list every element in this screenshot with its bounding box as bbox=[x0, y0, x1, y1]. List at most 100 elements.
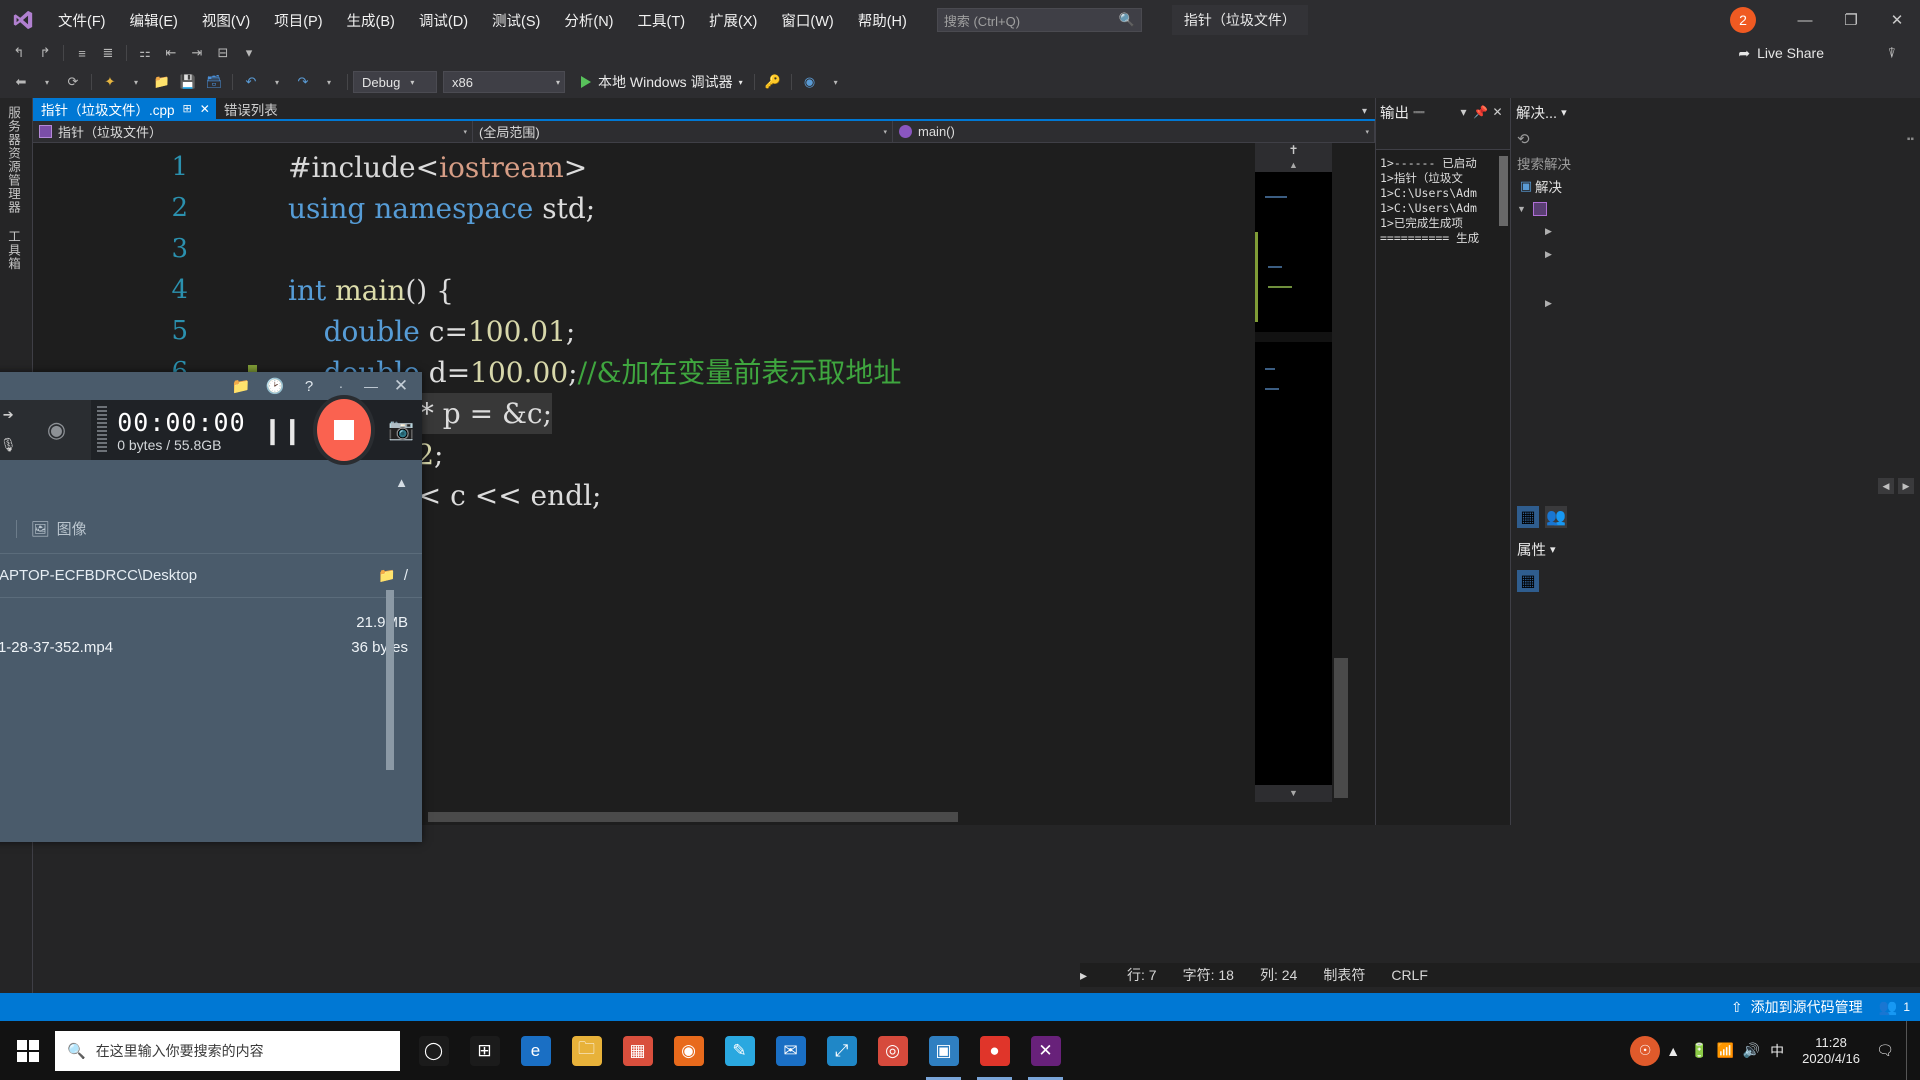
minimize-icon[interactable]: — bbox=[356, 378, 386, 394]
close-icon[interactable]: ✕ bbox=[200, 102, 210, 116]
tree-row-solution[interactable]: ▣ 解决 bbox=[1511, 174, 1920, 197]
visual-studio-icon[interactable]: ✕ bbox=[1020, 1021, 1071, 1080]
navigate-backward-icon[interactable]: ↰ bbox=[8, 42, 30, 64]
scroll-right-icon[interactable]: ▶ bbox=[1898, 478, 1914, 494]
pause-icon[interactable]: ❙❙ bbox=[262, 415, 304, 446]
vertical-scrollbar-thumb[interactable] bbox=[1334, 658, 1348, 798]
back-icon[interactable]: ⬅ bbox=[10, 71, 32, 93]
cortana-circle-icon[interactable]: ☉ bbox=[1630, 1035, 1661, 1066]
bandicam-icon[interactable]: ● bbox=[969, 1021, 1020, 1080]
output-scrollbar-thumb[interactable] bbox=[1499, 156, 1508, 226]
history-icon[interactable]: 🕑 bbox=[258, 377, 292, 395]
ime-indicator[interactable]: 中 bbox=[1764, 1041, 1790, 1061]
notification-badge[interactable]: 2 bbox=[1730, 7, 1756, 33]
snapshot-icon[interactable]: 📷 bbox=[381, 418, 422, 442]
menu-build[interactable]: 生成(B) bbox=[337, 5, 405, 36]
tree-row-folder[interactable]: ▶ bbox=[1511, 243, 1920, 266]
previous-bookmark-icon[interactable]: ⇤ bbox=[160, 42, 182, 64]
sidebar-item-toolbox[interactable]: 工具箱 bbox=[0, 222, 27, 279]
back-dropdown-icon[interactable]: ▾ bbox=[36, 71, 58, 93]
chrome-icon[interactable]: ◎ bbox=[867, 1021, 918, 1080]
show-desktop-button[interactable] bbox=[1906, 1021, 1914, 1080]
collapse-arrow-icon[interactable]: ▶ bbox=[1545, 249, 1559, 260]
chevron-down-icon[interactable]: ▾ bbox=[1561, 106, 1567, 119]
menu-window[interactable]: 窗口(W) bbox=[771, 5, 843, 36]
battery-icon[interactable]: 🔋 bbox=[1686, 1042, 1712, 1059]
member-dropdown[interactable]: main() ▾ bbox=[893, 120, 1375, 143]
menu-extensions[interactable]: 扩展(X) bbox=[699, 5, 767, 36]
tree-row-folder[interactable]: ▶ bbox=[1511, 220, 1920, 243]
hot-reload-icon[interactable]: 🔑 bbox=[762, 71, 784, 93]
menu-test[interactable]: 测试(S) bbox=[482, 5, 550, 36]
menu-analyze[interactable]: 分析(N) bbox=[554, 5, 623, 36]
pin-icon[interactable]: ⊞ bbox=[183, 102, 192, 115]
menu-project[interactable]: 项目(P) bbox=[264, 5, 332, 36]
collapse-arrow-icon[interactable]: ▶ bbox=[1545, 298, 1559, 309]
minimap-scroll-down[interactable]: ▼ bbox=[1255, 785, 1332, 802]
restore-icon[interactable]: ❐ bbox=[1828, 0, 1874, 40]
scope-dropdown[interactable]: (全局范围) ▾ bbox=[473, 120, 893, 143]
new-item-icon[interactable]: ✦ bbox=[99, 71, 121, 93]
recorder-scrollbar-thumb[interactable] bbox=[386, 590, 394, 770]
menu-help[interactable]: 帮助(H) bbox=[848, 5, 917, 36]
expand-arrow-icon[interactable]: ▼ bbox=[1517, 204, 1531, 214]
open-file-icon[interactable]: 📁 bbox=[151, 71, 173, 93]
tab-error-list[interactable]: 错误列表 bbox=[215, 98, 284, 119]
list-item[interactable]: .mp4 21.9MB bbox=[0, 610, 422, 634]
uncomment-icon[interactable]: ≣ bbox=[97, 42, 119, 64]
start-button[interactable] bbox=[0, 1021, 55, 1080]
task-view-icon[interactable]: ⊞ bbox=[459, 1021, 510, 1080]
menu-debug[interactable]: 调试(D) bbox=[409, 5, 478, 36]
expand-icon[interactable]: ▸ bbox=[1080, 967, 1087, 984]
team-explorer-icon[interactable]: ▦ bbox=[1517, 506, 1539, 528]
solution-search-input[interactable]: 搜索解决 bbox=[1511, 152, 1920, 174]
undo-dropdown-icon[interactable]: ▾ bbox=[266, 71, 288, 93]
platform-dropdown[interactable]: x86 ▾ bbox=[443, 71, 565, 93]
minimap-scroll-up[interactable]: ▲ bbox=[1255, 158, 1332, 172]
scroll-left-icon[interactable]: ◀ bbox=[1878, 478, 1894, 494]
microphone-icon[interactable]: 🎙 bbox=[0, 430, 22, 460]
sidebar-item-server-explorer[interactable]: 服务器资源管理器 bbox=[0, 98, 27, 222]
menu-file[interactable]: 文件(F) bbox=[48, 5, 116, 36]
action-center-icon[interactable]: 🗨 bbox=[1872, 1042, 1898, 1059]
select-target-icon[interactable]: ◉ bbox=[799, 71, 821, 93]
start-debugging-button[interactable]: 本地 Windows 调试器 ▾ bbox=[575, 72, 749, 92]
drag-grip[interactable] bbox=[96, 406, 108, 454]
configuration-dropdown[interactable]: Debug ▾ bbox=[353, 71, 437, 93]
remote-icon[interactable]: ⤢ bbox=[816, 1021, 867, 1080]
project-dropdown[interactable]: 指针（垃圾文件） ▾ bbox=[33, 120, 473, 143]
forward-icon[interactable]: ⟳ bbox=[62, 71, 84, 93]
minimize-icon[interactable]: — bbox=[1782, 0, 1828, 40]
new-item-dropdown-icon[interactable]: ▾ bbox=[125, 71, 147, 93]
menu-tools[interactable]: 工具(T) bbox=[628, 5, 696, 36]
tab-pointer-cpp[interactable]: 指针（垃圾文件）.cpp ⊞ ✕ bbox=[33, 98, 216, 119]
horizontal-scrollbar-thumb[interactable] bbox=[428, 812, 958, 822]
close-icon[interactable]: ✕ bbox=[386, 376, 416, 396]
menu-edit[interactable]: 编辑(E) bbox=[120, 5, 188, 36]
recorder-path-row[interactable]: ers\Administrator.LAPTOP-ECFBDRCC\Deskto… bbox=[0, 554, 422, 598]
settings-icon[interactable]: · bbox=[326, 378, 356, 394]
search-input[interactable]: 搜索 (Ctrl+Q) 🔍 bbox=[936, 8, 1142, 32]
tree-row-folder[interactable]: ▶ bbox=[1511, 292, 1920, 315]
webcam-icon[interactable]: ◉ bbox=[21, 400, 91, 460]
volume-icon[interactable]: 🔊 bbox=[1738, 1042, 1764, 1059]
live-share-button[interactable]: ➦ Live Share bbox=[1738, 40, 1824, 66]
minimap[interactable] bbox=[1255, 172, 1332, 785]
people-icon[interactable]: 👥 bbox=[1879, 998, 1898, 1016]
tool-icon[interactable]: ✎ bbox=[714, 1021, 765, 1080]
bookmark-icon[interactable]: ⚏ bbox=[134, 42, 156, 64]
redo-icon[interactable]: ↷ bbox=[292, 71, 314, 93]
list-item[interactable]: icam 2020-04-16 11-28-37-352.mp4 36 byte… bbox=[0, 635, 422, 659]
minimap-drag-handle[interactable]: ✝ bbox=[1255, 143, 1332, 158]
cortana-icon[interactable]: ◯ bbox=[408, 1021, 459, 1080]
taskbar-clock[interactable]: 11:28 2020/4/16 bbox=[1802, 1035, 1860, 1067]
file-explorer-icon[interactable]: 🗀 bbox=[561, 1021, 612, 1080]
class-view-icon[interactable]: 👥 bbox=[1545, 506, 1567, 528]
help-icon[interactable]: ? bbox=[292, 378, 326, 395]
chevron-down-icon[interactable]: ▾ bbox=[1455, 105, 1472, 119]
tree-row-project[interactable]: ▼ bbox=[1511, 197, 1920, 220]
recorder-app-icon[interactable]: ▣ bbox=[918, 1021, 969, 1080]
chevron-down-icon[interactable]: ▾ bbox=[1550, 543, 1556, 556]
recorder-display-row[interactable]: 0) - 显示器 1 ▲ bbox=[0, 460, 422, 504]
stop-button[interactable] bbox=[317, 399, 371, 461]
